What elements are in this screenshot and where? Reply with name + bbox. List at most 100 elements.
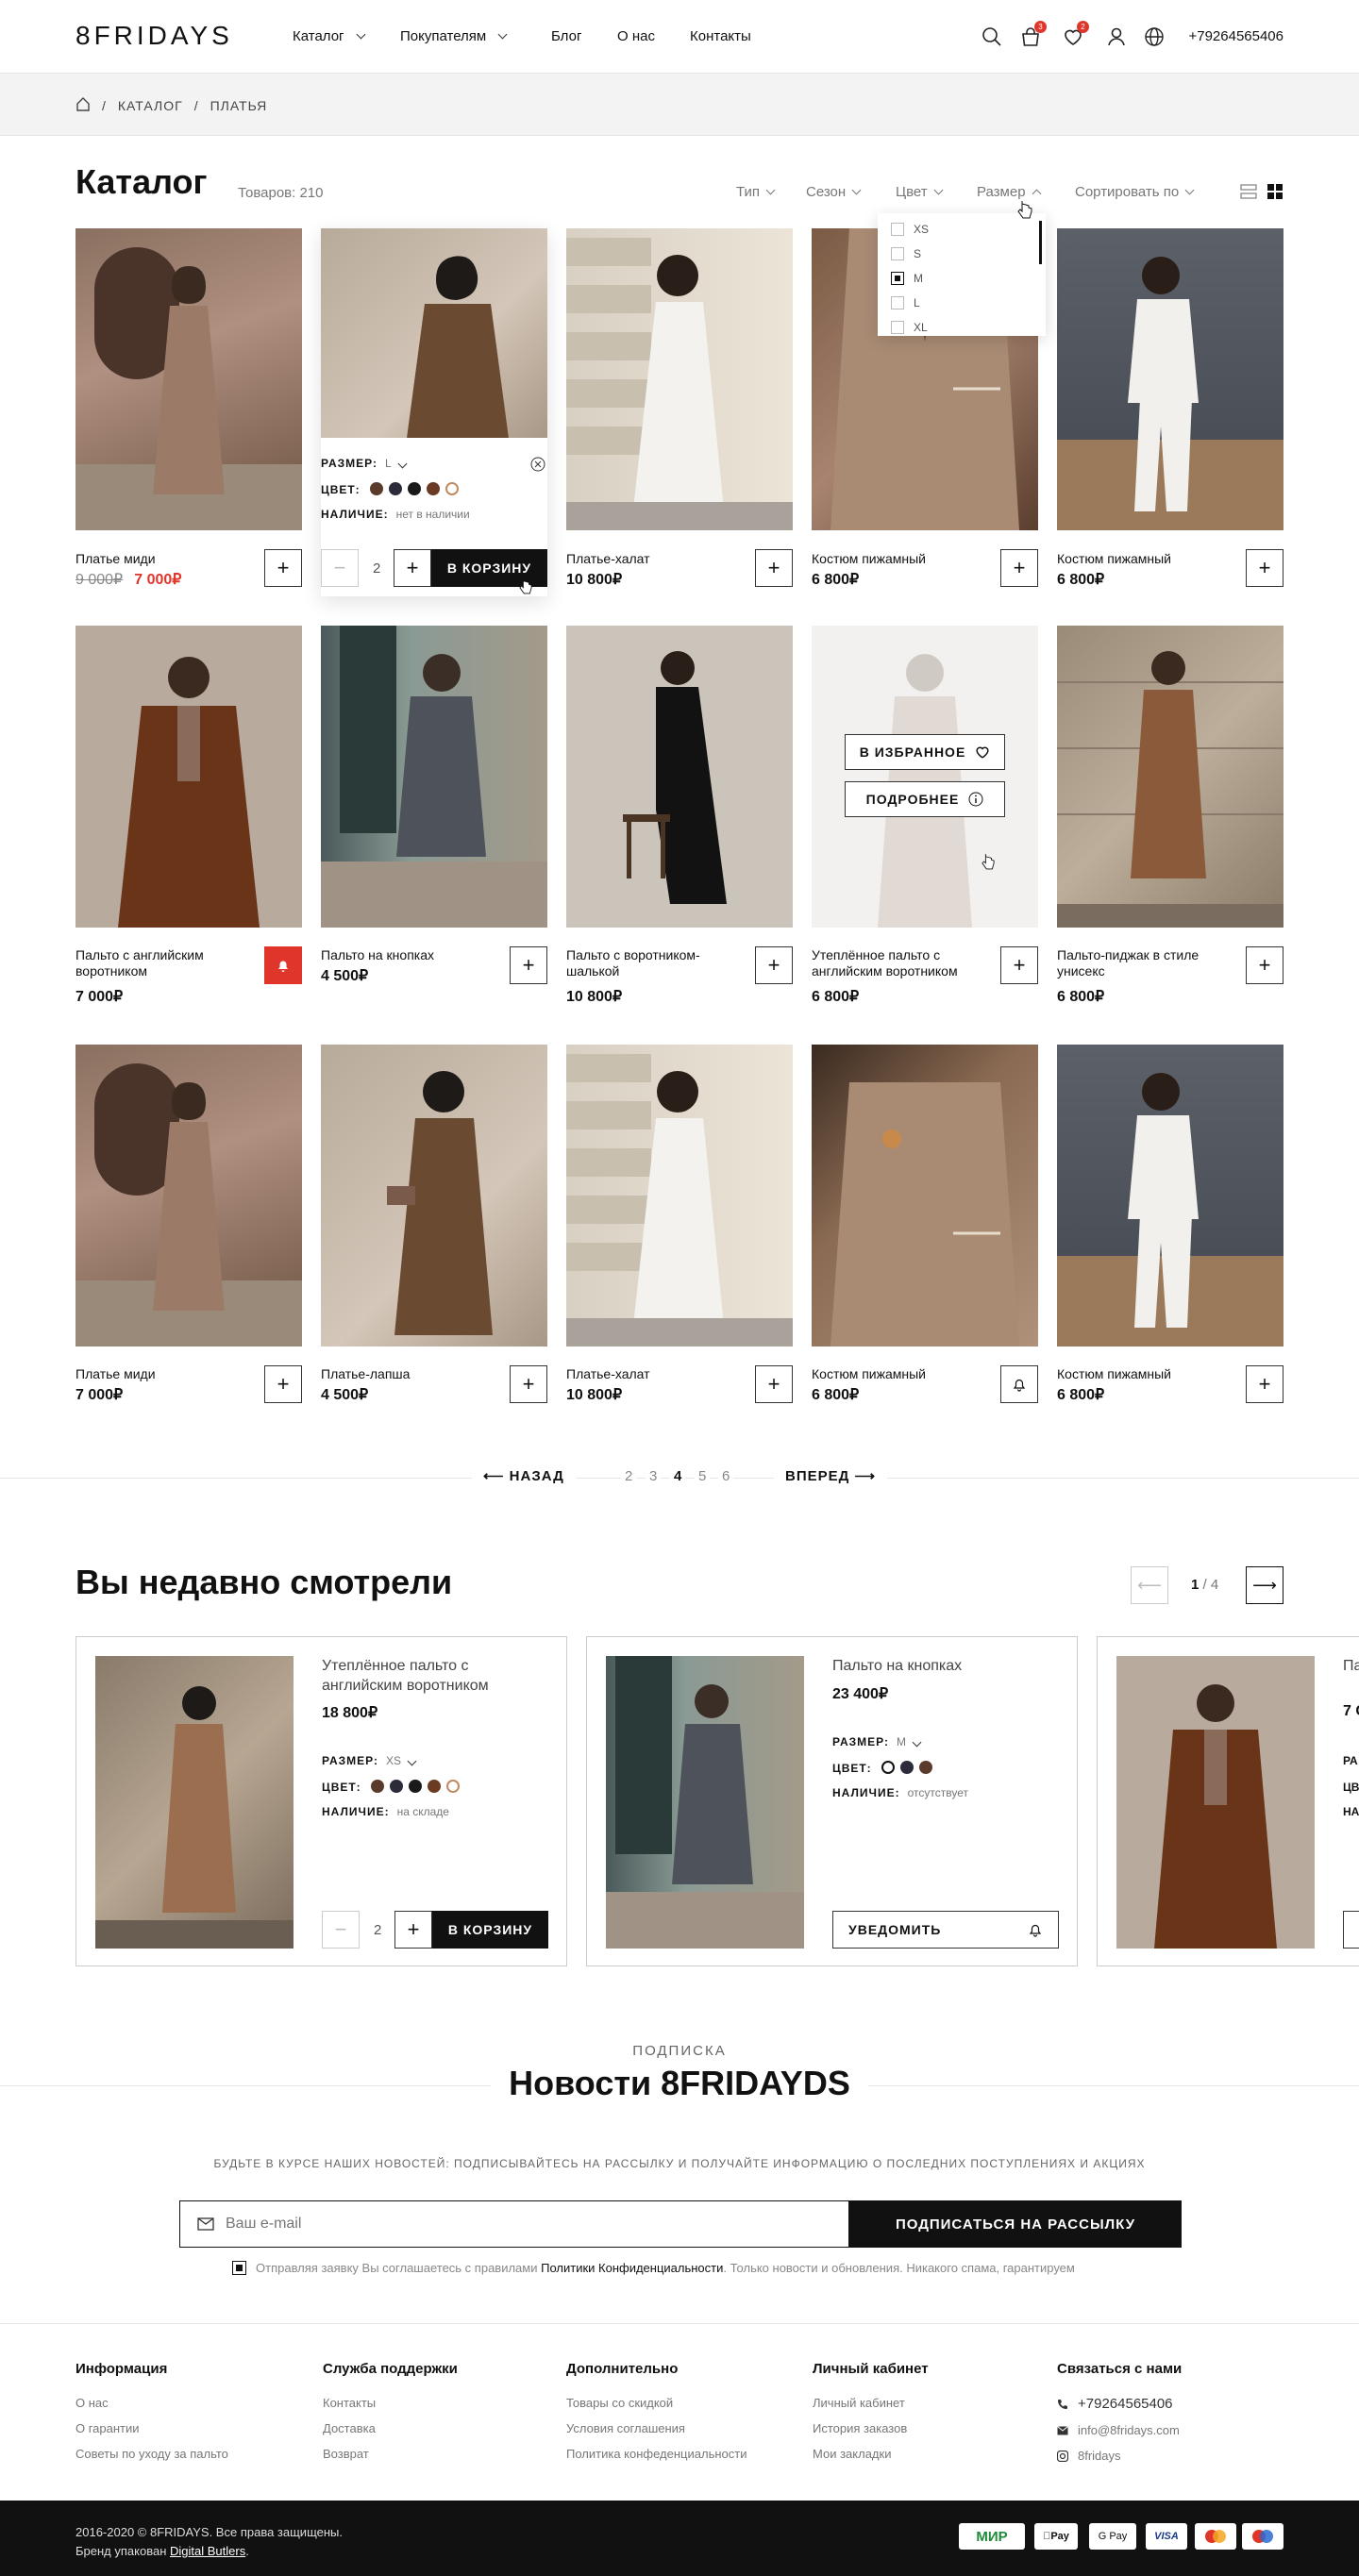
globe-icon[interactable] — [1144, 26, 1165, 47]
dropdown-scrollbar[interactable] — [1039, 221, 1042, 264]
qty-value[interactable]: 2 — [374, 1922, 381, 1938]
product-image[interactable] — [321, 1045, 547, 1347]
qty-increase-button[interactable]: + — [394, 549, 431, 587]
product-image[interactable] — [76, 228, 302, 530]
filter-size[interactable]: Размер — [977, 184, 1042, 200]
recent-item-image[interactable] — [1116, 1656, 1315, 1949]
color-swatch[interactable] — [428, 1780, 441, 1793]
filter-season[interactable]: Сезон — [806, 184, 862, 200]
add-to-cart-button[interactable]: + — [1000, 946, 1038, 984]
recent-item-image[interactable] — [95, 1656, 294, 1949]
color-swatch[interactable] — [408, 482, 421, 495]
add-to-cart-button[interactable]: + — [510, 946, 547, 984]
product-name[interactable]: Костюм пижамный — [812, 1366, 991, 1382]
sort-dropdown[interactable]: Сортировать по — [1075, 184, 1195, 200]
logo[interactable]: 8FRIDAYS — [76, 21, 233, 51]
footer-link[interactable]: Политика конфеденциальности — [566, 2447, 747, 2461]
product-name[interactable]: Платье миди — [76, 551, 255, 567]
subscribe-button[interactable]: ПОДПИСАТЬСЯ НА РАССЫЛКУ — [849, 2200, 1182, 2248]
page-link[interactable]: 3 — [646, 1468, 662, 1484]
heart-icon[interactable]: 2 — [1063, 21, 1089, 47]
footer-link[interactable]: Доставка — [323, 2421, 458, 2435]
nav-about[interactable]: О нас — [617, 28, 655, 44]
footer-link[interactable]: О нас — [76, 2396, 228, 2410]
page-link[interactable]: 5 — [695, 1468, 711, 1484]
add-to-cart-button[interactable]: + — [264, 549, 302, 587]
color-swatch[interactable] — [900, 1761, 914, 1774]
home-icon[interactable] — [76, 96, 91, 114]
color-swatch[interactable] — [389, 482, 402, 495]
product-name[interactable]: Пальто с английским воротником — [76, 947, 255, 979]
details-button[interactable]: ПОДРОБНЕЕ — [845, 781, 1005, 817]
recent-next-button[interactable]: ⟶ — [1246, 1566, 1284, 1604]
footer-link[interactable]: Условия соглашения — [566, 2421, 747, 2435]
add-to-cart-button[interactable]: + — [264, 1365, 302, 1403]
product-image[interactable] — [566, 626, 793, 928]
product-image[interactable] — [76, 626, 302, 928]
product-image[interactable] — [1057, 1045, 1284, 1347]
add-to-cart-button[interactable]: + — [510, 1365, 547, 1403]
pagination-next[interactable]: ВПЕРЕД ⟶ — [774, 1467, 887, 1484]
color-swatch[interactable] — [409, 1780, 422, 1793]
privacy-policy-link[interactable]: Политики Конфиденциальности — [541, 2261, 723, 2275]
size-option-m[interactable]: M — [891, 272, 923, 285]
footer-link[interactable]: Советы по уходу за пальто — [76, 2447, 228, 2461]
add-to-cart-button[interactable]: + — [1000, 549, 1038, 587]
checkbox[interactable] — [891, 223, 904, 236]
page-link[interactable]: 6 — [718, 1468, 734, 1484]
footer-link[interactable]: Возврат — [323, 2447, 458, 2461]
search-icon[interactable] — [982, 26, 1002, 47]
recent-item-image[interactable] — [606, 1656, 804, 1949]
product-name[interactable]: Пальто с воротником-шалькой — [566, 947, 746, 979]
product-name[interactable]: Платье миди — [76, 1366, 255, 1382]
cart-icon[interactable]: 3 — [1020, 21, 1047, 47]
footer-link[interactable]: Личный кабинет — [813, 2396, 929, 2410]
add-to-cart-button[interactable]: + — [755, 946, 793, 984]
recent-item-name[interactable]: Пальто на кнопках — [832, 1656, 1021, 1676]
page-link-current[interactable]: 4 — [670, 1468, 686, 1484]
digital-butlers-link[interactable]: Digital Butlers — [170, 2544, 245, 2558]
product-name[interactable]: Костюм пижамный — [1057, 551, 1236, 567]
product-image[interactable] — [812, 1045, 1038, 1347]
filter-color[interactable]: Цвет — [896, 184, 944, 200]
color-swatch[interactable] — [446, 1780, 460, 1793]
product-image[interactable] — [321, 228, 547, 438]
product-image[interactable] — [566, 228, 793, 530]
product-image[interactable] — [566, 1045, 793, 1347]
add-to-cart-button[interactable] — [1343, 1911, 1359, 1949]
footer-link[interactable]: Товары со скидкой — [566, 2396, 747, 2410]
footer-link[interactable]: О гарантии — [76, 2421, 228, 2435]
color-swatch[interactable] — [390, 1780, 403, 1793]
product-image[interactable] — [76, 1045, 302, 1347]
size-option-xl[interactable]: XL — [891, 321, 928, 334]
product-image[interactable] — [1057, 626, 1284, 928]
size-selector[interactable]: РАЗМЕР: M — [832, 1735, 922, 1748]
add-to-cart-button[interactable]: + — [1246, 946, 1284, 984]
checkbox[interactable] — [891, 247, 904, 260]
qty-value[interactable]: 2 — [373, 560, 380, 577]
notify-button[interactable]: УВЕДОМИТЬ — [832, 1911, 1059, 1949]
notify-button-active[interactable] — [264, 946, 302, 984]
footer-link[interactable]: Контакты — [323, 2396, 458, 2410]
checkbox[interactable] — [891, 321, 904, 334]
user-icon[interactable] — [1106, 26, 1127, 47]
recent-item-name[interactable]: Па во — [1343, 1656, 1359, 1676]
grid-view-icon[interactable] — [1267, 183, 1284, 205]
color-swatch[interactable] — [881, 1761, 895, 1774]
checkbox-checked[interactable] — [891, 272, 904, 285]
color-swatch[interactable] — [427, 482, 440, 495]
size-option-s[interactable]: S — [891, 247, 921, 260]
qty-decrease-button[interactable]: − — [321, 549, 359, 587]
add-to-favorites-button[interactable]: В ИЗБРАННОЕ — [845, 734, 1005, 770]
footer-email-link[interactable]: info@8fridays.com — [1057, 2423, 1182, 2437]
qty-increase-button[interactable]: + — [394, 1911, 432, 1949]
nav-contacts[interactable]: Контакты — [690, 28, 751, 44]
footer-phone-link[interactable]: +79264565406 — [1057, 2396, 1182, 2412]
email-input[interactable] — [226, 2216, 792, 2233]
recent-item-name[interactable]: Утеплённое пальто с английским воротнико… — [322, 1656, 511, 1696]
product-name[interactable]: Утеплённое пальто с английским воротнико… — [812, 947, 991, 979]
product-name[interactable]: Пальто на кнопках — [321, 947, 500, 963]
color-swatch[interactable] — [371, 1780, 384, 1793]
nav-blog[interactable]: Блог — [551, 28, 581, 44]
add-to-cart-button[interactable]: В КОРЗИНУ — [432, 1911, 548, 1949]
